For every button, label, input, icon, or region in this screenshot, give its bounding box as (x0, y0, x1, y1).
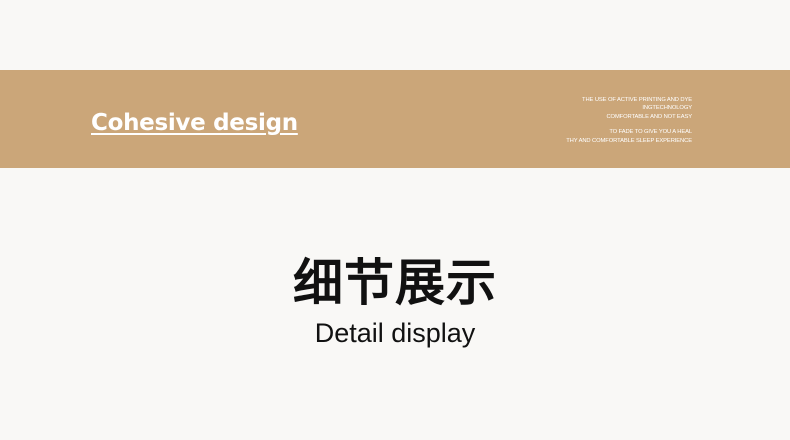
section-title-chinese: 细节展示 (293, 254, 497, 312)
banner-title: Cohesive design (91, 110, 298, 136)
banner-description-line: COMFORTABLE AND NOT EASY (606, 113, 692, 120)
banner-description-line: INGTECHNOLOGY (642, 105, 692, 112)
banner-description-group-2: TO FADE TO GIVE YOU A HEAL THY AND COMFO… (492, 128, 692, 145)
banner-description-group-1: THE USE OF ACTIVE PRINTING AND DYE INGTE… (492, 96, 692, 121)
banner-description-line: THY AND COMFORTABLE SLEEP EXPERIENCE (566, 137, 692, 144)
section-title-english: Detail display (314, 318, 476, 348)
banner-description-line: TO FADE TO GIVE YOU A HEAL (609, 129, 692, 136)
banner-description-line: THE USE OF ACTIVE PRINTING AND DYE (582, 97, 692, 103)
banner-description: THE USE OF ACTIVE PRINTING AND DYE INGTE… (492, 96, 692, 145)
